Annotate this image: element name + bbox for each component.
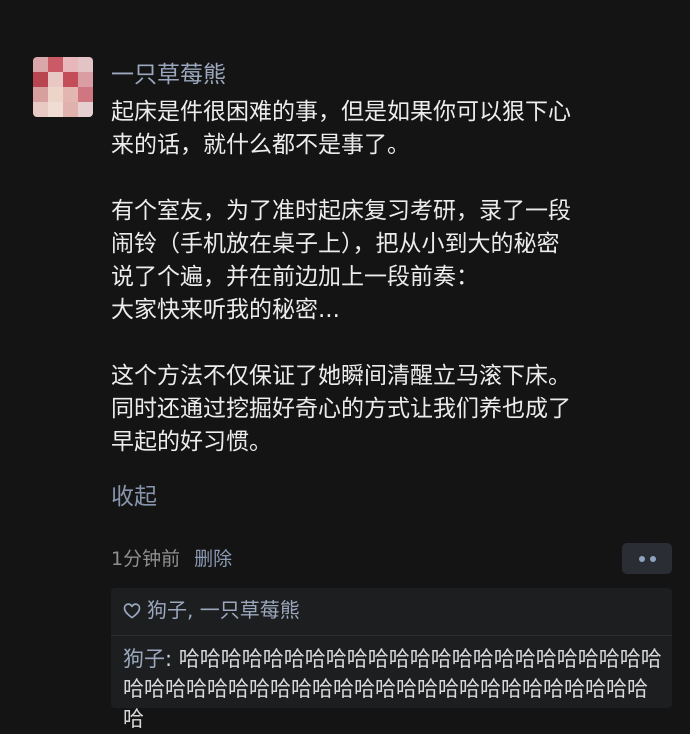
comment-line: 来的话，就什么都不是事了。 [111,132,410,158]
reply-author[interactable]: 狗子 [123,647,165,671]
comment-line: 说了个遍，并在前边加上一段前奏： [111,264,479,290]
heart-outline-icon [123,602,141,618]
comment-line: 有个室友，为了准时起床复习考研，录了一段 [111,198,571,224]
reply-box: 狗子, 一只草莓熊 狗子: 哈哈哈哈哈哈哈哈哈哈哈哈哈哈哈哈哈哈哈哈哈哈哈哈哈哈… [111,588,672,731]
comment-line: 大家快来听我的秘密... [111,297,340,323]
reply-content: 哈哈哈哈哈哈哈哈哈哈哈哈哈哈哈哈哈哈哈哈哈哈哈哈哈哈哈哈哈哈哈哈哈哈哈哈哈哈哈哈… [123,647,662,731]
more-dots-icon [638,555,645,562]
comment-line: 早起的好习惯。 [111,429,272,455]
reply-item: 狗子: 哈哈哈哈哈哈哈哈哈哈哈哈哈哈哈哈哈哈哈哈哈哈哈哈哈哈哈哈哈哈哈哈哈哈哈哈… [123,644,668,734]
likes-row: 狗子, 一只草莓熊 [123,595,300,625]
more-button[interactable] [622,543,672,574]
more-dots-icon [649,555,656,562]
comment-line: 同时还通过挖掘好奇心的方式让我们养也成了 [111,396,571,422]
comment-line: 闹铃（手机放在桌子上），把从小到大的秘密 [111,231,560,257]
collapse-link[interactable]: 收起 [111,482,157,512]
likes-names[interactable]: 狗子, 一只草莓熊 [147,595,300,625]
avatar[interactable] [33,57,93,117]
comment-meta: 1分钟前 删除 [111,545,232,573]
divider [111,635,672,636]
reply-separator: : [165,647,179,671]
comment-line: 这个方法不仅保证了她瞬间清醒立马滚下床。 [111,363,571,389]
comment-line: 起床是件很困难的事，但是如果你可以狠下心 [111,99,571,125]
comment-author[interactable]: 一只草莓熊 [111,60,226,90]
delete-button[interactable]: 删除 [194,548,232,570]
comment-body: 起床是件很困难的事，但是如果你可以狠下心 来的话，就什么都不是事了。 有个室友，… [111,96,671,459]
timestamp: 1分钟前 [111,548,181,570]
